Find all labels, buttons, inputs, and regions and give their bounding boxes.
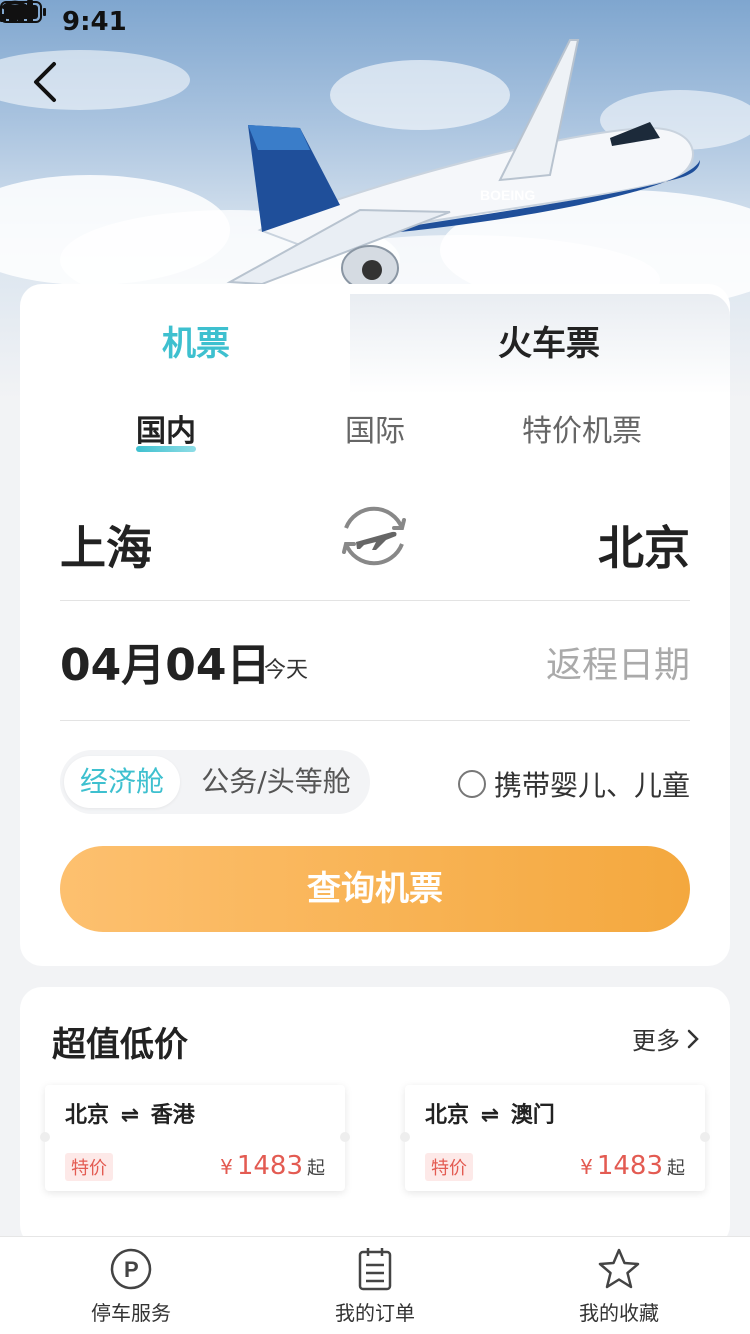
deal-card[interactable]: 北京 ⇌ 香港 特价 ¥ 1483 起 <box>40 1085 350 1191</box>
more-label: 更多 <box>632 1027 680 1055</box>
price-amount: 1483 <box>236 1151 303 1181</box>
cabin-economy-option[interactable]: 经济舱 <box>64 756 180 808</box>
deals-section: 超值低价 更多 北京 ⇌ 香港 特价 ¥ 1483 起 北京 ⇌ 澳门 特价 ¥… <box>20 987 730 1247</box>
ticket-notch <box>40 1132 50 1142</box>
swap-cities-button[interactable] <box>336 498 412 574</box>
tab-flight[interactable]: 机票 <box>162 316 230 365</box>
ticket-notch <box>700 1132 710 1142</box>
subtab-domestic[interactable]: 国内 <box>136 406 196 450</box>
nav-label: 停车服务 <box>91 1301 171 1325</box>
battery-icon <box>0 1 46 23</box>
deal-tag: 特价 <box>65 1153 113 1181</box>
subtab-special-fares[interactable]: 特价机票 <box>522 406 642 450</box>
deals-more-link[interactable]: 更多 <box>632 1021 700 1056</box>
deal-origin: 北京 <box>425 1103 470 1128</box>
order-list-icon <box>358 1248 392 1291</box>
deal-origin: 北京 <box>65 1103 110 1128</box>
star-icon <box>598 1248 640 1289</box>
ticket-notch <box>400 1132 410 1142</box>
ticket-notch <box>340 1132 350 1142</box>
departure-date[interactable]: 04月04日 <box>60 629 270 693</box>
divider <box>60 600 690 601</box>
deal-price: ¥ 1483 起 <box>220 1151 325 1181</box>
deal-route: 北京 ⇌ 澳门 <box>425 1097 555 1129</box>
deal-price: ¥ 1483 起 <box>580 1151 685 1181</box>
kids-radio[interactable] <box>457 770 486 798</box>
nav-label: 我的收藏 <box>579 1301 659 1325</box>
bottom-nav: P 停车服务 我的订单 我的收藏 <box>0 1236 750 1334</box>
svg-text:P: P <box>124 1257 139 1282</box>
divider <box>60 720 690 721</box>
return-date-placeholder[interactable]: 返程日期 <box>546 636 690 688</box>
search-flights-button[interactable]: 查询机票 <box>60 846 690 932</box>
parking-icon: P <box>110 1248 152 1290</box>
chevron-left-icon <box>34 62 56 102</box>
nav-label: 我的订单 <box>335 1301 415 1325</box>
booking-card: 机票 火车票 国内 国际 特价机票 上海 北京 04月04日 今天 返程日期 经… <box>20 284 730 966</box>
round-trip-icon: ⇌ <box>480 1103 500 1128</box>
ticket-type-tabs: 机票 火车票 <box>20 284 730 394</box>
round-trip-icon: ⇌ <box>120 1103 140 1128</box>
price-suffix: 起 <box>307 1158 325 1179</box>
today-label: 今天 <box>264 658 309 683</box>
kids-option[interactable]: 携带婴儿、儿童 <box>457 764 690 804</box>
status-time: 9:41 <box>62 7 127 37</box>
nav-orders[interactable]: 我的订单 <box>275 1245 475 1326</box>
nav-favorites[interactable]: 我的收藏 <box>519 1245 719 1326</box>
subtab-international[interactable]: 国际 <box>345 406 405 450</box>
currency-symbol: ¥ <box>220 1155 233 1179</box>
cabin-business-option[interactable]: 公务/头等舱 <box>194 756 358 808</box>
chevron-right-icon <box>687 1029 699 1048</box>
departure-city[interactable]: 上海 <box>60 512 152 578</box>
currency-symbol: ¥ <box>580 1155 593 1179</box>
deal-destination: 澳门 <box>510 1103 555 1128</box>
plane-swap-icon <box>342 506 406 566</box>
deal-tag: 特价 <box>425 1153 473 1181</box>
arrival-city[interactable]: 北京 <box>598 512 690 578</box>
deal-route: 北京 ⇌ 香港 <box>65 1097 195 1129</box>
flight-subtabs: 国内 国际 特价机票 <box>20 406 730 456</box>
deal-destination: 香港 <box>150 1103 195 1128</box>
back-button[interactable] <box>30 60 70 108</box>
deals-title: 超值低价 <box>52 1025 188 1065</box>
deal-card[interactable]: 北京 ⇌ 澳门 特价 ¥ 1483 起 <box>400 1085 710 1191</box>
subtab-active-indicator <box>136 446 196 452</box>
price-suffix: 起 <box>667 1158 685 1179</box>
svg-text:BOEING: BOEING <box>480 187 535 203</box>
kids-label: 携带婴儿、儿童 <box>493 769 690 802</box>
cabin-class-selector: 经济舱 公务/头等舱 <box>60 750 370 814</box>
nav-parking[interactable]: P 停车服务 <box>31 1245 231 1326</box>
status-bar: 9:41 <box>0 0 750 44</box>
tab-train[interactable]: 火车票 <box>498 316 600 365</box>
price-amount: 1483 <box>596 1151 663 1181</box>
